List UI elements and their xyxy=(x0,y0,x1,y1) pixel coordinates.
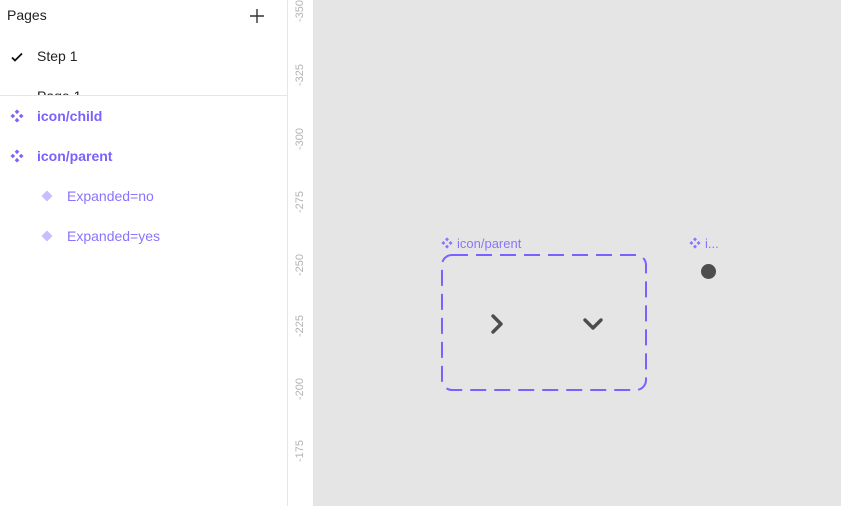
layer-expanded-no[interactable]: Expanded=no xyxy=(0,176,287,216)
layer-icon-parent[interactable]: icon/parent xyxy=(0,136,287,176)
plus-icon[interactable] xyxy=(248,7,266,25)
dot-icon[interactable] xyxy=(701,264,716,279)
layer-expanded-yes[interactable]: Expanded=yes xyxy=(0,216,287,256)
ruler-tick: -325 xyxy=(294,63,306,86)
pages-title: Pages xyxy=(7,7,47,23)
layer-label: icon/child xyxy=(37,108,103,124)
component-icon xyxy=(10,149,24,163)
page-item-page-1[interactable]: Page 1 xyxy=(0,76,287,96)
layer-label: icon/parent xyxy=(37,148,113,164)
component-icon xyxy=(441,237,453,249)
component-set-label[interactable]: icon/parent xyxy=(441,236,521,251)
ruler-tick: -275 xyxy=(294,190,306,213)
variant-icon xyxy=(40,189,54,203)
ruler-tick: -175 xyxy=(294,439,306,462)
ruler-tick: -350 xyxy=(294,0,306,22)
checkmark-icon xyxy=(10,50,24,64)
design-canvas[interactable]: icon/parent i... xyxy=(314,0,841,506)
layers-sidebar: Pages Step 1 Page 1 icon/child icon/pare… xyxy=(0,0,288,506)
layer-icon-child[interactable]: icon/child xyxy=(0,96,287,136)
chevron-down-icon[interactable] xyxy=(580,311,606,337)
page-item-step-1[interactable]: Step 1 xyxy=(0,36,287,76)
variant-icon xyxy=(40,229,54,243)
ruler-tick: -250 xyxy=(294,253,306,276)
pages-header: Pages xyxy=(0,0,287,34)
layer-label: Expanded=no xyxy=(67,188,154,204)
component-icon xyxy=(10,109,24,123)
child-component-name: i... xyxy=(705,236,719,251)
layer-label: Expanded=yes xyxy=(67,228,161,244)
chevron-right-icon[interactable] xyxy=(484,311,510,337)
component-set-icon-parent[interactable] xyxy=(441,254,647,391)
vertical-ruler[interactable]: -350 -325 -300 -275 -250 -225 -200 -175 xyxy=(288,0,314,506)
component-set-name: icon/parent xyxy=(457,236,522,251)
ruler-tick: -200 xyxy=(294,377,306,400)
component-icon xyxy=(689,237,701,249)
dashed-border xyxy=(441,254,647,391)
ruler-tick: -225 xyxy=(294,314,306,337)
page-list: Step 1 Page 1 xyxy=(0,36,287,96)
ruler-tick: -300 xyxy=(294,127,306,150)
child-component-label[interactable]: i... xyxy=(689,236,719,251)
page-item-label: Step 1 xyxy=(37,48,78,64)
